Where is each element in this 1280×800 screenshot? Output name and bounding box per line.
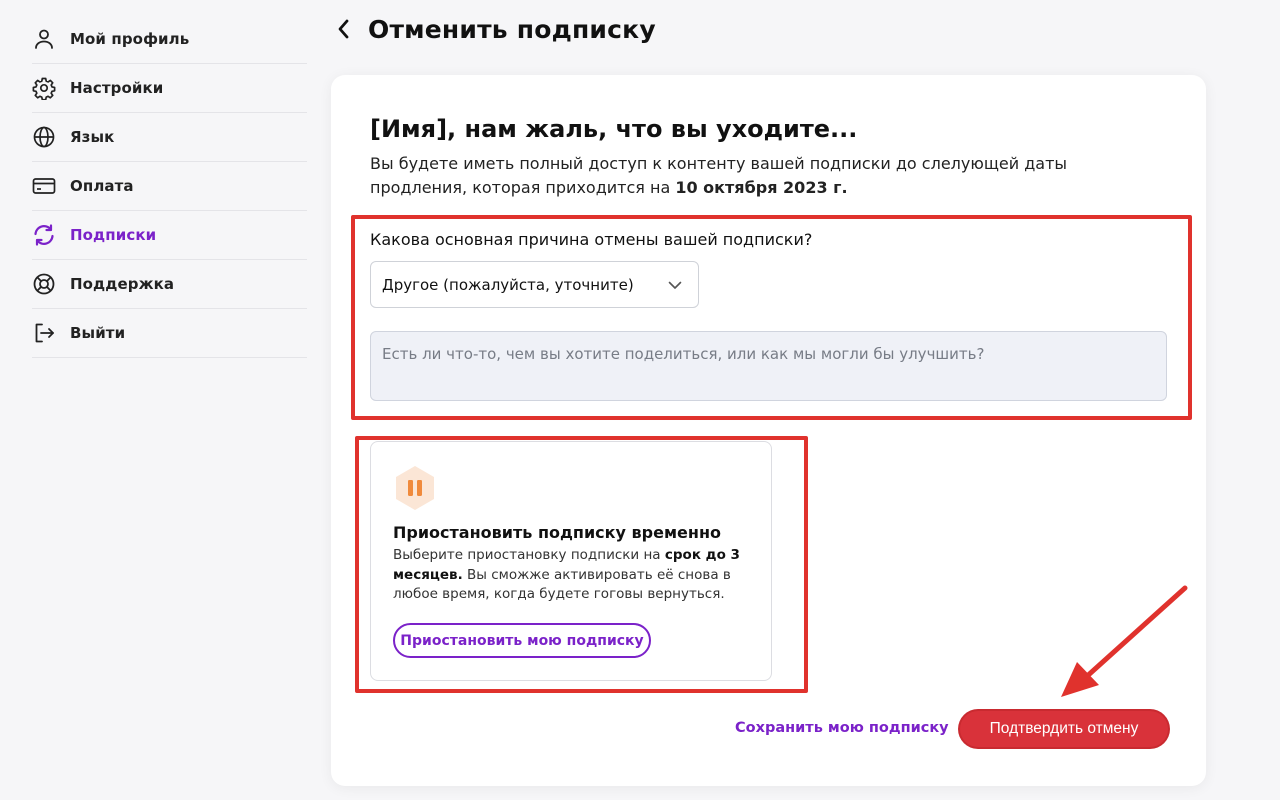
- sidebar-item-label: Выйти: [70, 324, 126, 342]
- sidebar-item-settings[interactable]: Настройки: [32, 64, 307, 113]
- sidebar-item-label: Мой профиль: [70, 30, 190, 48]
- renewal-description: Вы будете иметь полный доступ к контенту…: [370, 152, 1090, 200]
- refresh-icon: [32, 223, 56, 247]
- sidebar-item-label: Подписки: [70, 226, 157, 244]
- page-title: Отменить подписку: [368, 14, 656, 44]
- globe-icon: [32, 125, 56, 149]
- sidebar-item-label: Настройки: [70, 79, 164, 97]
- sidebar-item-label: Язык: [70, 128, 115, 146]
- sidebar-item-support[interactable]: Поддержка: [32, 260, 307, 309]
- page-header: Отменить подписку: [336, 13, 656, 45]
- keep-subscription-link[interactable]: Сохранить мою подписку: [735, 720, 949, 736]
- renewal-date: 10 октября 2023 г.: [675, 178, 848, 197]
- sidebar-item-language[interactable]: Язык: [32, 113, 307, 162]
- sidebar-item-label: Поддержка: [70, 275, 175, 293]
- cancel-subscription-card: [Имя], нам жаль, что вы уходите... Вы бу…: [331, 75, 1206, 786]
- confirm-cancel-button[interactable]: Подтвердить отмену: [960, 711, 1168, 747]
- gear-icon: [32, 76, 56, 100]
- credit-card-icon: [32, 174, 56, 198]
- sidebar-item-label: Оплата: [70, 177, 134, 195]
- logout-icon: [32, 321, 56, 345]
- sidebar-item-profile[interactable]: Мой профиль: [32, 15, 307, 64]
- lifebuoy-icon: [32, 272, 56, 296]
- annotation-highlight-box: [351, 215, 1192, 420]
- sidebar-item-logout[interactable]: Выйти: [32, 309, 307, 358]
- card-heading: [Имя], нам жаль, что вы уходите...: [370, 115, 858, 143]
- annotation-highlight-box: [355, 436, 808, 693]
- sidebar-item-subscriptions[interactable]: Подписки: [32, 211, 307, 260]
- sidebar-nav: Мой профиль Настройки Язык Оплата Подпис…: [32, 15, 307, 358]
- chevron-left-icon[interactable]: [336, 13, 358, 45]
- sidebar-item-payment[interactable]: Оплата: [32, 162, 307, 211]
- user-icon: [32, 27, 56, 51]
